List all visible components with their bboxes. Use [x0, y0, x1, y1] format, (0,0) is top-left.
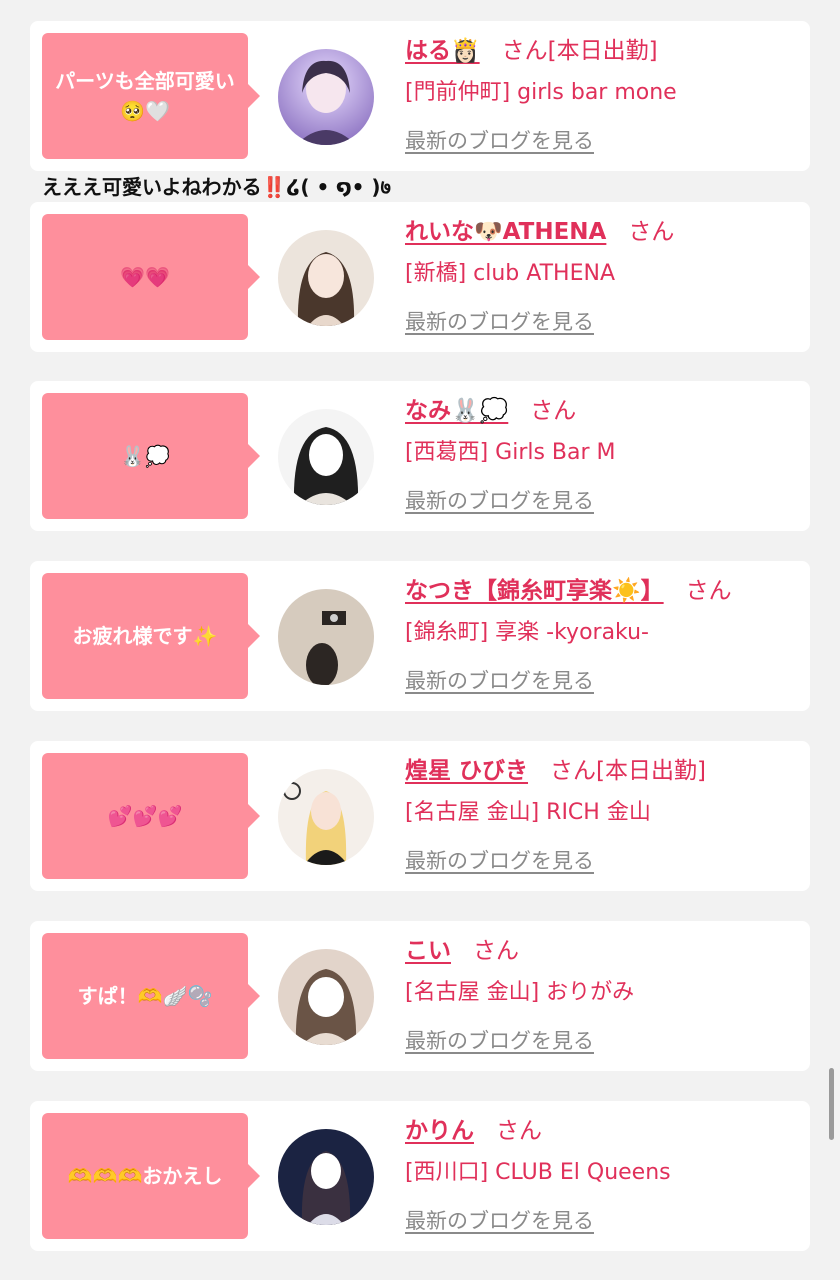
avatar[interactable] [278, 949, 374, 1045]
latest-blog-link[interactable]: 最新のブログを見る [405, 483, 594, 519]
name-suffix: さん [685, 578, 732, 604]
name-suffix: さん [530, 398, 577, 424]
name-line: れいな🐶ATHENA さん [405, 212, 674, 252]
blog-card: 💕💕💕 煌星 ひびき さん[本日出勤] [名古屋 金山] RICH 金山 最新のブ… [30, 741, 810, 891]
avatar[interactable] [278, 769, 374, 865]
avatar[interactable] [278, 1129, 374, 1225]
comment-bubble: 🐰💭 [42, 393, 260, 519]
latest-blog-link[interactable]: 最新のブログを見る [405, 123, 594, 159]
avatar[interactable] [278, 49, 374, 145]
name-line: なつき【錦糸町享楽☀️】 さん [405, 571, 732, 611]
blog-card: パーツも全部可愛い🥺🤍 はる👸🏻 さん[本日出勤] [門前仲町] girls ba… [30, 21, 810, 171]
cast-name-link[interactable]: なみ🐰💭 [405, 398, 508, 424]
comment-bubble: すぱ！🫶🪽🫧 [42, 933, 260, 1059]
latest-blog-link[interactable]: 最新のブログを見る [405, 1023, 594, 1059]
blog-card: すぱ！🫶🪽🫧 こい さん [名古屋 金山] おりがみ 最新のブログを見る [30, 921, 810, 1071]
name-line: はる👸🏻 さん[本日出勤] [405, 31, 658, 71]
name-suffix: さん [496, 1118, 542, 1144]
avatar[interactable] [278, 230, 374, 326]
blog-card: 🐰💭 なみ🐰💭 さん [西葛西] Girls Bar M 最新のブログを見る [30, 381, 810, 531]
name-line: こい さん [405, 931, 519, 971]
name-suffix: さん[本日出勤] [550, 758, 706, 784]
comment-bubble: パーツも全部可愛い🥺🤍 [42, 33, 260, 159]
shop-info: [西川口] CLUB El Queens [405, 1160, 671, 1185]
name-line: なみ🐰💭 さん [405, 391, 576, 431]
cast-name-link[interactable]: 煌星 ひびき [405, 758, 528, 784]
latest-blog-link[interactable]: 最新のブログを見る [405, 1203, 594, 1239]
shop-info: [錦糸町] 享楽 -kyoraku- [405, 620, 649, 645]
name-line: 煌星 ひびき さん[本日出勤] [405, 751, 706, 791]
avatar[interactable] [278, 589, 374, 685]
cast-name-link[interactable]: はる👸🏻 [405, 38, 480, 64]
comment-bubble: 💕💕💕 [42, 753, 260, 879]
latest-blog-link[interactable]: 最新のブログを見る [405, 304, 594, 340]
shop-info: [西葛西] Girls Bar M [405, 440, 616, 465]
shop-info: [名古屋 金山] RICH 金山 [405, 800, 651, 825]
comment-bubble: お疲れ様です✨ [42, 573, 260, 699]
shop-info: [門前仲町] girls bar mone [405, 80, 677, 105]
avatar[interactable] [278, 409, 374, 505]
comment-text: えええ可愛いよねわかる‼️໒( • ໑• )७ [42, 175, 391, 199]
shop-info: [新橋] club ATHENA [405, 261, 615, 286]
shop-info: [名古屋 金山] おりがみ [405, 980, 635, 1005]
comment-bubble: 🫶🫶🫶おかえし [42, 1113, 260, 1239]
latest-blog-link[interactable]: 最新のブログを見る [405, 663, 594, 699]
name-suffix: さん[本日出勤] [501, 38, 658, 64]
blog-card: お疲れ様です✨ なつき【錦糸町享楽☀️】 さん [錦糸町] 享楽 -kyoraku… [30, 561, 810, 711]
name-line: かりん さん [405, 1111, 542, 1151]
blog-card: 🫶🫶🫶おかえし かりん さん [西川口] CLUB El Queens 最新のブロ… [30, 1101, 810, 1251]
name-suffix: さん [473, 938, 519, 964]
scrollbar[interactable] [829, 1068, 834, 1140]
name-suffix: さん [628, 219, 675, 245]
cast-name-link[interactable]: なつき【錦糸町享楽☀️】 [405, 578, 664, 604]
cast-name-link[interactable]: こい [405, 938, 451, 964]
blog-card: 💗💗 れいな🐶ATHENA さん [新橋] club ATHENA 最新のブログを… [30, 202, 810, 352]
comment-bubble: 💗💗 [42, 214, 260, 340]
latest-blog-link[interactable]: 最新のブログを見る [405, 843, 594, 879]
cast-name-link[interactable]: かりん [405, 1118, 474, 1144]
cast-name-link[interactable]: れいな🐶ATHENA [405, 219, 606, 245]
